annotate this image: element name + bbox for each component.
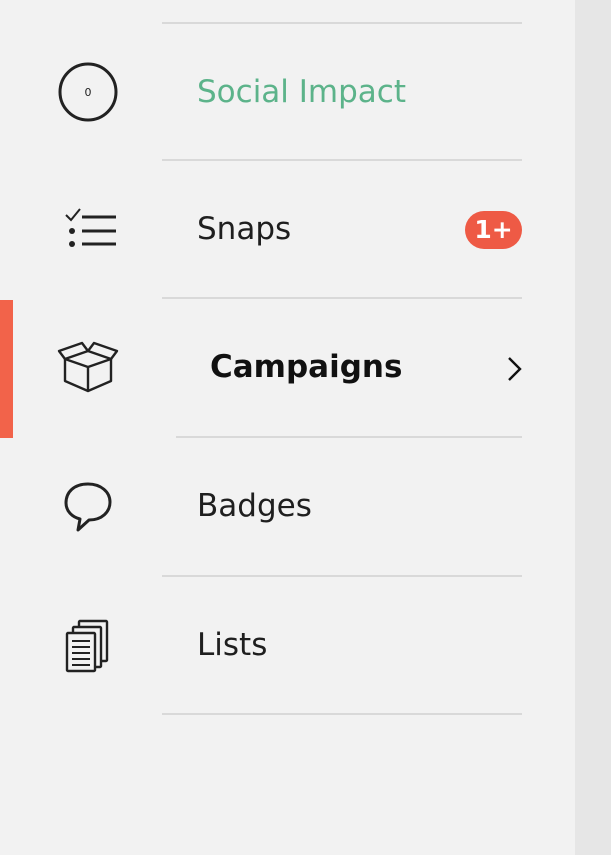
- menu-item-lists[interactable]: Lists: [0, 577, 575, 713]
- menu-item-campaigns[interactable]: Campaigns: [0, 299, 575, 435]
- menu-item-snaps[interactable]: Snaps 1+: [0, 161, 575, 297]
- menu-item-social-impact[interactable]: 0 Social Impact: [0, 24, 575, 160]
- menu-divider: [162, 713, 522, 715]
- menu-item-badges[interactable]: Badges: [0, 438, 575, 574]
- side-menu: 0 Social Impact Snaps 1+ Campaigns Badge…: [0, 0, 575, 855]
- circle-counter-icon: 0: [55, 59, 121, 125]
- menu-item-label: Lists: [197, 627, 268, 663]
- menu-item-label: Badges: [197, 488, 312, 524]
- chevron-right-icon: [503, 355, 527, 383]
- menu-item-label: Social Impact: [197, 74, 406, 110]
- open-box-icon: [55, 334, 121, 400]
- documents-icon: [55, 612, 121, 678]
- menu-item-label: Campaigns: [210, 349, 403, 385]
- speech-bubble-icon: [55, 473, 121, 539]
- social-impact-counter: 0: [85, 86, 92, 99]
- right-edge-panel: [575, 0, 611, 855]
- checklist-icon: [55, 196, 121, 262]
- notification-badge: 1+: [465, 211, 522, 249]
- menu-item-label: Snaps: [197, 211, 292, 247]
